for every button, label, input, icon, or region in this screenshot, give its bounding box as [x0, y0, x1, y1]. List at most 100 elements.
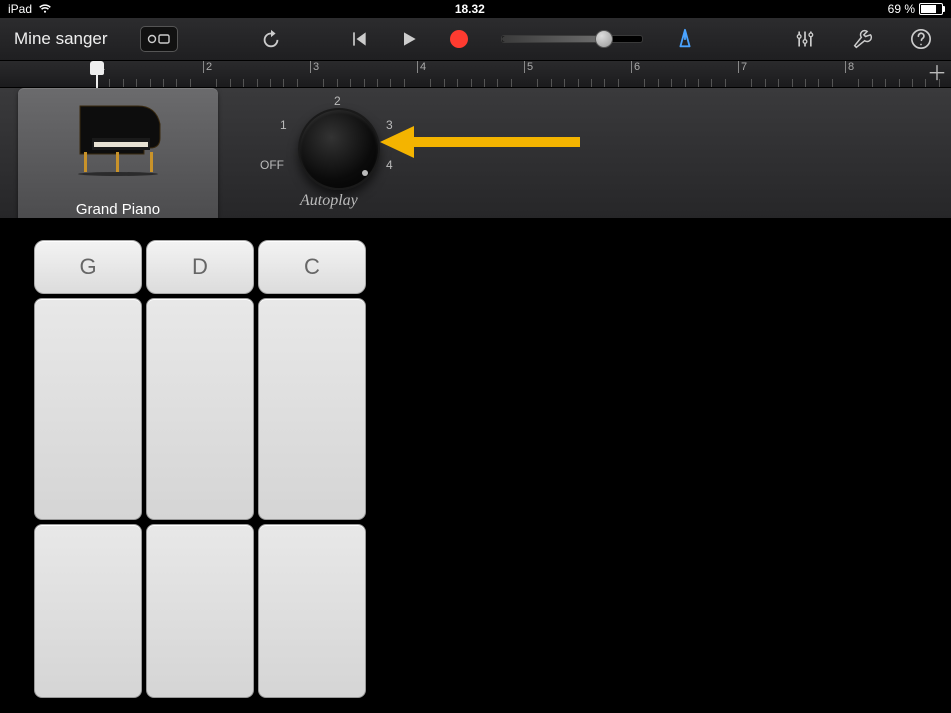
ruler-bar-label: 2 [206, 61, 212, 73]
autoplay-knob[interactable] [298, 108, 380, 190]
ruler-minor-tick [618, 79, 619, 87]
ruler-minor-tick [751, 79, 752, 87]
ruler-minor-tick [109, 79, 110, 87]
ruler-minor-tick [297, 79, 298, 87]
clock: 18.32 [52, 2, 888, 16]
metronome-button[interactable] [665, 24, 705, 54]
ruler-minor-tick [216, 79, 217, 87]
ruler-minor-tick [725, 79, 726, 87]
ruler-minor-tick [457, 79, 458, 87]
ruler-minor-tick [230, 79, 231, 87]
autoplay-pos-1: 1 [280, 118, 287, 132]
battery-pct: 69 % [888, 2, 915, 16]
ruler-minor-tick [671, 79, 672, 87]
ruler-minor-tick [805, 79, 806, 87]
ruler-minor-tick [497, 79, 498, 87]
ruler-minor-tick [604, 79, 605, 87]
settings-button[interactable] [843, 24, 883, 54]
chord-strip-upper[interactable] [258, 298, 366, 520]
ruler-minor-tick [283, 79, 284, 87]
ruler-minor-tick [685, 79, 686, 87]
ruler-minor-tick [243, 79, 244, 87]
ruler-minor-tick [591, 79, 592, 87]
ruler-minor-tick [150, 79, 151, 87]
ruler-minor-tick [711, 79, 712, 87]
ruler-minor-tick [818, 79, 819, 87]
ruler-minor-tick [484, 79, 485, 87]
undo-button[interactable] [251, 24, 291, 54]
chord-strip-upper[interactable] [34, 298, 142, 520]
ruler-minor-tick [323, 79, 324, 87]
play-button[interactable] [389, 24, 429, 54]
ruler-minor-tick [337, 79, 338, 87]
ruler-minor-tick [350, 79, 351, 87]
chord-column: G [34, 240, 142, 698]
ruler-bar-label: 8 [848, 61, 854, 73]
ruler-minor-tick [858, 79, 859, 87]
instrument-name: Grand Piano [76, 201, 160, 218]
piano-icon [68, 102, 168, 176]
ruler-minor-tick [190, 79, 191, 87]
view-toggle-button[interactable] [140, 26, 178, 52]
chord-header[interactable]: C [258, 240, 366, 294]
ruler-minor-tick [537, 79, 538, 87]
chord-column: D [146, 240, 254, 698]
ruler-minor-tick [163, 79, 164, 87]
chord-header[interactable]: D [146, 240, 254, 294]
ruler-minor-tick [390, 79, 391, 87]
ruler-minor-tick [123, 79, 124, 87]
mixer-button[interactable] [785, 24, 825, 54]
chord-header[interactable]: G [34, 240, 142, 294]
chord-column: C [258, 240, 366, 698]
ruler-minor-tick [444, 79, 445, 87]
ruler-minor-tick [471, 79, 472, 87]
ruler-minor-tick [658, 79, 659, 87]
instrument-pane: Grand Piano 1 2 3 4 OFF Autoplay [0, 88, 951, 220]
ruler-minor-tick [792, 79, 793, 87]
ruler-bar-label: 7 [741, 61, 747, 73]
ruler-minor-tick [430, 79, 431, 87]
battery-icon [919, 3, 943, 15]
chord-strip-area: GDC [0, 218, 951, 713]
chord-strip-lower[interactable] [258, 524, 366, 698]
autoplay-label: Autoplay [300, 192, 358, 210]
ruler-minor-tick [698, 79, 699, 87]
record-button[interactable] [439, 24, 479, 54]
ruler-minor-tick [551, 79, 552, 87]
device-label: iPad [8, 2, 32, 16]
chord-strip-lower[interactable] [146, 524, 254, 698]
ruler-minor-tick [176, 79, 177, 87]
add-section-button[interactable]: ＋ [927, 65, 947, 83]
instrument-card[interactable]: Grand Piano [18, 88, 218, 224]
wifi-icon [38, 4, 52, 14]
master-volume-slider[interactable] [501, 35, 643, 43]
status-bar: iPad 18.32 69 % [0, 0, 951, 18]
ruler-minor-tick [257, 79, 258, 87]
ruler-minor-tick [778, 79, 779, 87]
ruler-minor-tick [564, 79, 565, 87]
ruler-minor-tick [136, 79, 137, 87]
rewind-button[interactable] [339, 24, 379, 54]
ruler-minor-tick [765, 79, 766, 87]
ruler-minor-tick [511, 79, 512, 87]
annotation-arrow [380, 120, 590, 170]
chord-strip-upper[interactable] [146, 298, 254, 520]
my-songs-button[interactable]: Mine sanger [10, 25, 112, 53]
chord-strip-lower[interactable] [34, 524, 142, 698]
ruler-minor-tick [377, 79, 378, 87]
ruler-minor-tick [578, 79, 579, 87]
ruler-minor-tick [899, 79, 900, 87]
ruler-minor-tick [644, 79, 645, 87]
help-button[interactable] [901, 24, 941, 54]
ruler-minor-tick [872, 79, 873, 87]
timeline-ruler[interactable]: 12345678 ＋ [0, 60, 951, 88]
ruler-bar-label: 5 [527, 61, 533, 73]
top-toolbar: Mine sanger [0, 18, 951, 60]
autoplay-off-label: OFF [260, 158, 284, 172]
ruler-minor-tick [270, 79, 271, 87]
playhead[interactable] [96, 61, 104, 75]
ruler-bar-label: 6 [634, 61, 640, 73]
ruler-bar-label: 3 [313, 61, 319, 73]
ruler-minor-tick [912, 79, 913, 87]
ruler-minor-tick [885, 79, 886, 87]
